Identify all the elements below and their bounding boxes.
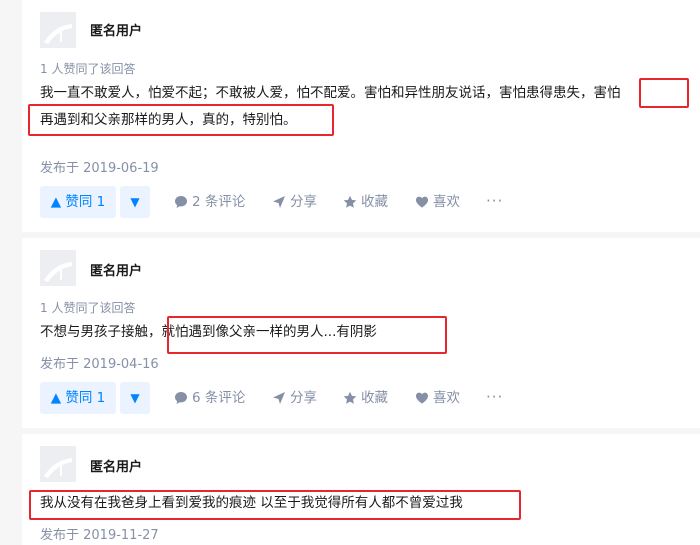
comment-icon (174, 195, 188, 209)
collect-button[interactable]: 收藏 (343, 186, 388, 218)
answer-content-line: 我从没有在我爸身上看到爱我的痕迹 以至于我觉得所有人都不曾爱过我 (40, 495, 463, 511)
comments-label: 6 条评论 (192, 390, 246, 406)
collect-button[interactable]: 收藏 (343, 382, 388, 414)
heart-icon (415, 391, 429, 405)
author-name[interactable]: 匿名用户 (90, 20, 142, 39)
comments-button[interactable]: 6 条评论 (174, 382, 245, 414)
publish-date[interactable]: 发布于 2019-11-27 (40, 524, 159, 543)
avatar[interactable] (40, 12, 76, 48)
answer-content: 不想与男孩子接触，就怕遇到像父亲一样的男人...有阴影 (40, 319, 690, 346)
answer-card: 匿名用户 1 人赞同了该回答 我一直不敢爱人，怕爱不起；不敢被人爱，怕不配爱。害… (22, 0, 700, 232)
answer-card: 匿名用户 1 人赞同了该回答 不想与男孩子接触，就怕遇到像父亲一样的男人...有… (22, 238, 700, 428)
answer-content-line: 我一直不敢爱人，怕爱不起；不敢被人爱，怕不配爱。害怕和异性朋友说话，害怕患得患失… (40, 85, 621, 101)
comments-button[interactable]: 2 条评论 (174, 186, 245, 218)
downvote-button[interactable]: ▼ (120, 186, 150, 218)
answer-card: 匿名用户 我从没有在我爸身上看到爱我的痕迹 以至于我觉得所有人都不曾爱过我 发布… (22, 434, 700, 545)
author-name[interactable]: 匿名用户 (90, 456, 142, 475)
upvote-button[interactable]: ▲ 赞同 1 (40, 382, 116, 414)
collect-label: 收藏 (361, 194, 388, 210)
vote-count-text: 1 人赞同了该回答 (40, 301, 136, 315)
share-button[interactable]: 分享 (272, 186, 317, 218)
publish-date[interactable]: 发布于 2019-06-19 (40, 157, 159, 176)
avatar[interactable] (40, 250, 76, 286)
like-button[interactable]: 喜欢 (415, 382, 460, 414)
answer-content-line: 不想与男孩子接触，就怕遇到像父亲一样的男人...有阴影 (40, 324, 377, 340)
share-icon (272, 195, 286, 209)
share-icon (272, 391, 286, 405)
answer-content: 我从没有在我爸身上看到爱我的痕迹 以至于我觉得所有人都不曾爱过我 (40, 490, 690, 517)
answer-content: 我一直不敢爱人，怕爱不起；不敢被人爱，怕不配爱。害怕和异性朋友说话，害怕患得患失… (40, 80, 690, 134)
collect-label: 收藏 (361, 390, 388, 406)
upvote-button[interactable]: ▲ 赞同 1 (40, 186, 116, 218)
avatar[interactable] (40, 446, 76, 482)
like-label: 喜欢 (433, 390, 460, 406)
like-button[interactable]: 喜欢 (415, 186, 460, 218)
share-button[interactable]: 分享 (272, 382, 317, 414)
action-bar: ▲ 赞同 1 ▼ 2 条评论 分享 收藏 喜欢 ··· (40, 186, 700, 218)
heart-icon (415, 195, 429, 209)
share-label: 分享 (290, 390, 317, 406)
more-icon[interactable]: ··· (486, 186, 503, 218)
share-label: 分享 (290, 194, 317, 210)
action-bar: ▲ 赞同 1 ▼ 6 条评论 分享 收藏 喜欢 ··· (40, 382, 700, 414)
comments-label: 2 条评论 (192, 194, 246, 210)
star-icon (343, 391, 357, 405)
vote-count-text: 1 人赞同了该回答 (40, 62, 136, 76)
star-icon (343, 195, 357, 209)
like-label: 喜欢 (433, 194, 460, 210)
publish-date[interactable]: 发布于 2019-04-16 (40, 353, 159, 372)
more-icon[interactable]: ··· (486, 382, 503, 414)
author-name[interactable]: 匿名用户 (90, 260, 142, 279)
comment-icon (174, 391, 188, 405)
downvote-button[interactable]: ▼ (120, 382, 150, 414)
answer-content-line: 再遇到和父亲那样的男人，真的，特别怕。 (40, 112, 297, 128)
